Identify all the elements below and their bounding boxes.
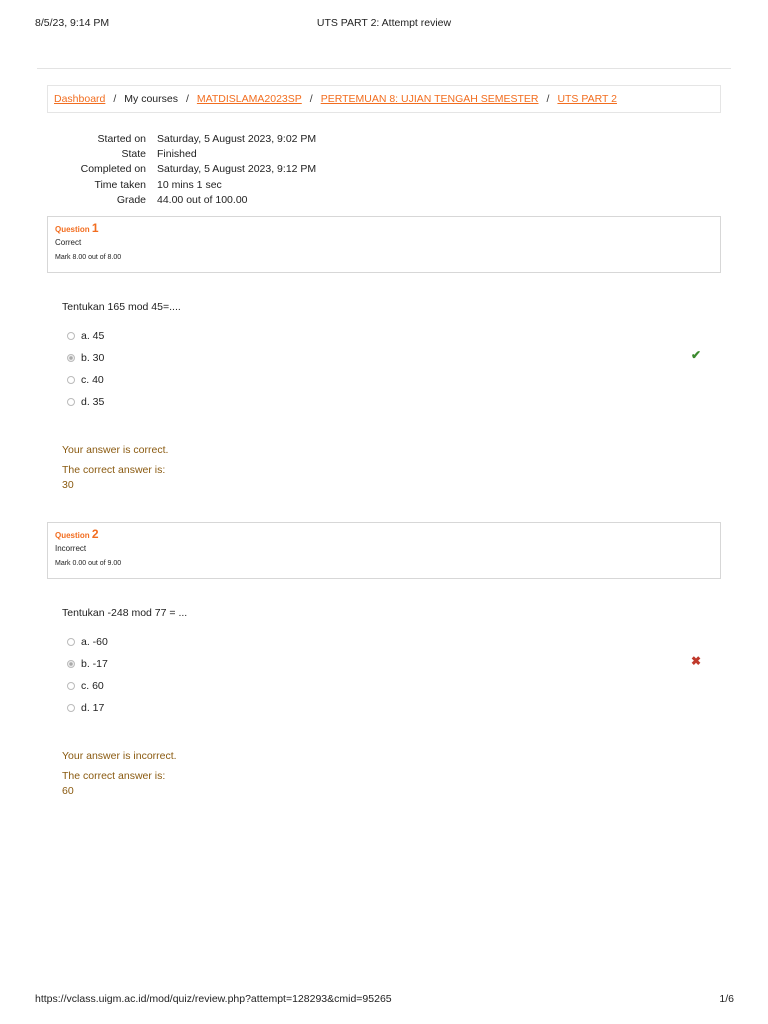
question-number: Question 2 [55, 527, 713, 541]
answer-option[interactable]: c. 40 [67, 374, 104, 386]
answer-option[interactable]: b. 30 [67, 352, 104, 364]
question-mark: Mark 0.00 out of 9.00 [55, 560, 122, 567]
summary-label: State [121, 147, 146, 160]
correct-answer-label: The correct answer is: [62, 464, 166, 476]
radio-button[interactable] [67, 682, 75, 690]
summary-row: Completed on Saturday, 5 August 2023, 9:1… [47, 162, 317, 177]
correct-answer-label: The correct answer is: [62, 770, 166, 782]
breadcrumb: Dashboard / My courses / MATDISLAMA2023SP /… [47, 85, 721, 113]
breadcrumb-separator: / [309, 93, 313, 105]
answer-option-label: b. 30 [81, 352, 105, 364]
breadcrumb-separator: / [113, 93, 117, 105]
breadcrumb-quiz[interactable]: UTS PART 2 [557, 93, 617, 105]
correct-answer-value: 60 [62, 785, 74, 797]
question-word: Question [55, 225, 90, 234]
answer-option-label: d. 17 [81, 702, 105, 714]
footer-url: https://vclass.uigm.ac.id/mod/quiz/revie… [35, 993, 392, 1005]
breadcrumb-section[interactable]: PERTEMUAN 8: UJIAN TENGAH SEMESTER [321, 93, 539, 105]
radio-button[interactable] [67, 376, 75, 384]
check-icon: ✔ [691, 348, 702, 362]
answer-option[interactable]: b. -17 [67, 658, 108, 670]
breadcrumb-separator: / [185, 93, 189, 105]
summary-label: Grade [116, 193, 146, 206]
question-state: Correct [55, 238, 82, 247]
answer-option[interactable]: d. 35 [67, 396, 104, 408]
radio-button[interactable] [67, 704, 75, 712]
question-number: Question 1 [55, 221, 713, 235]
question-mark: Mark 8.00 out of 8.00 [55, 254, 122, 261]
correct-answer-value: 30 [62, 479, 74, 491]
breadcrumb-separator: / [546, 93, 550, 105]
breadcrumb-course[interactable]: MATDISLAMA2023SP [197, 93, 302, 105]
radio-button[interactable] [67, 398, 75, 406]
answer-option[interactable]: d. 17 [67, 702, 104, 714]
summary-label: Completed on [80, 163, 146, 176]
summary-label: Started on [97, 132, 146, 145]
footer-page-number: 1/6 [719, 993, 734, 1005]
question-text: Tentukan 165 mod 45=.... [62, 301, 181, 313]
summary-row: Grade 44.00 out of 100.00 [47, 192, 316, 207]
breadcrumb-dashboard[interactable]: Dashboard [54, 93, 105, 105]
feedback-text: Your answer is incorrect. [62, 750, 177, 762]
question-info-box: Question 2 Incorrect Mark 0.00 out of 9.… [47, 522, 721, 579]
question-number-value: 1 [91, 221, 99, 235]
breadcrumb-my-courses: My courses [124, 93, 178, 105]
question-word: Question [55, 531, 90, 540]
summary-row: State Finished [47, 146, 316, 161]
cross-icon: ✖ [691, 654, 702, 668]
answer-option[interactable]: a. -60 [67, 636, 108, 648]
page: 8/5/23, 9:14 PM UTS PART 2: Attempt revi… [0, 0, 768, 1024]
summary-value: 10 mins 1 sec [157, 178, 222, 191]
answer-option-label: c. 40 [81, 374, 104, 386]
radio-button[interactable] [67, 638, 75, 646]
answer-option[interactable]: c. 60 [67, 680, 104, 692]
radio-button[interactable] [67, 332, 75, 340]
question-number-value: 2 [91, 527, 99, 541]
summary-value: Saturday, 5 August 2023, 9:12 PM [157, 163, 317, 176]
attempt-summary: Started on Saturday, 5 August 2023, 9:02 … [47, 131, 317, 207]
page-title: UTS PART 2: Attempt review [316, 17, 452, 29]
radio-button[interactable] [67, 660, 75, 668]
divider [37, 68, 731, 69]
summary-value: Saturday, 5 August 2023, 9:02 PM [157, 132, 317, 145]
answer-option[interactable]: a. 45 [67, 330, 104, 342]
feedback-text: Your answer is correct. [62, 444, 169, 456]
summary-row: Started on Saturday, 5 August 2023, 9:02 … [47, 131, 317, 146]
summary-value: 44.00 out of 100.00 [157, 193, 248, 206]
question-text: Tentukan -248 mod 77 = ... [62, 607, 188, 619]
question-info-box: Question 1 Correct Mark 8.00 out of 8.00 [47, 216, 721, 273]
answer-option-label: a. 45 [81, 330, 105, 342]
summary-label: Time taken [94, 178, 146, 191]
summary-value: Finished [157, 147, 197, 160]
answer-option-label: a. -60 [81, 636, 108, 648]
summary-row: Time taken 10 mins 1 sec [47, 177, 316, 192]
question-state: Incorrect [55, 544, 87, 553]
answer-option-label: b. -17 [81, 658, 108, 670]
answer-option-label: c. 60 [81, 680, 104, 692]
answer-option-label: d. 35 [81, 396, 105, 408]
radio-button[interactable] [67, 354, 75, 362]
